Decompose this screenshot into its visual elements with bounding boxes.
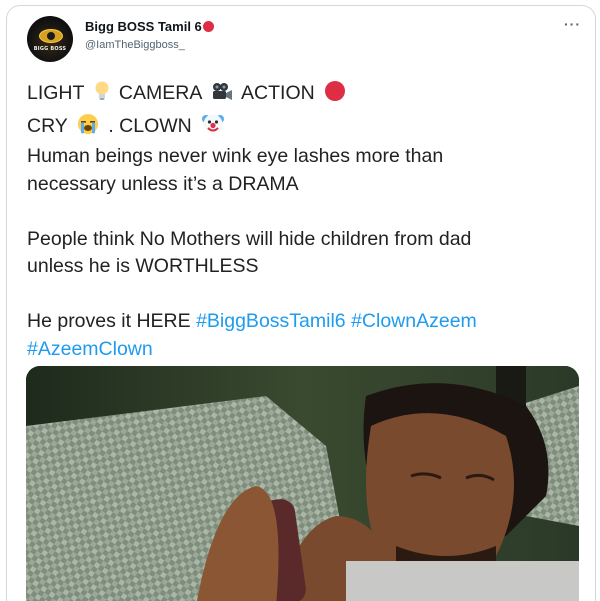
display-name[interactable]: Bigg BOSS Tamil 6 xyxy=(85,19,202,34)
text-light: LIGHT xyxy=(27,82,85,104)
tweet-media[interactable] xyxy=(26,366,579,601)
text-line-4: necessary unless it’s a DRAMA xyxy=(27,172,299,195)
media-image xyxy=(26,366,579,601)
text-clown: . CLOWN xyxy=(108,114,192,137)
text-cry: CRY xyxy=(27,114,68,137)
red-circle-icon xyxy=(202,21,214,32)
movie-camera-icon xyxy=(211,82,233,111)
text-line-2: CRY . CLOWN xyxy=(27,111,587,144)
author-name-row[interactable]: Bigg BOSS Tamil 6 xyxy=(85,19,214,34)
eye-logo-icon xyxy=(39,29,63,43)
tweet-text: LIGHT CAMERA ACTION CRY . CLOWN Human be… xyxy=(27,80,587,363)
more-options-button[interactable]: ··· xyxy=(564,16,581,32)
text-camera: CAMERA xyxy=(118,82,202,104)
crying-face-icon xyxy=(77,113,99,144)
avatar-logo-text: BIGG BOSS xyxy=(33,46,67,52)
text-line-1: LIGHT CAMERA ACTION xyxy=(27,80,587,111)
clown-face-icon xyxy=(201,111,225,144)
hashtag-link[interactable]: #AzeemClown xyxy=(27,338,153,360)
text-line-6: unless he is WORTHLESS xyxy=(27,255,259,277)
text-action: ACTION xyxy=(241,82,315,104)
tweet-card[interactable]: BIGG BOSS Bigg BOSS Tamil 6 @IamTheBiggb… xyxy=(6,5,596,601)
text-line-3: Human beings never wink eye lashes more … xyxy=(27,145,444,167)
hashtag-link[interactable]: #ClownAzeem xyxy=(351,310,477,332)
author-handle[interactable]: @IamTheBiggboss_ xyxy=(85,39,185,51)
light-bulb-icon xyxy=(94,80,110,111)
text-line-8: #AzeemClown xyxy=(27,336,587,364)
hashtag-link[interactable]: #BiggBossTamil6 xyxy=(196,310,346,332)
text-line-7: He proves it HERE #BiggBossTamil6 #Clown… xyxy=(27,308,587,336)
text-line-5: People think No Mothers will hide childr… xyxy=(27,227,472,250)
red-circle-icon xyxy=(324,80,346,111)
avatar[interactable]: BIGG BOSS xyxy=(27,16,73,62)
text-proves: He proves it HERE xyxy=(27,310,191,332)
